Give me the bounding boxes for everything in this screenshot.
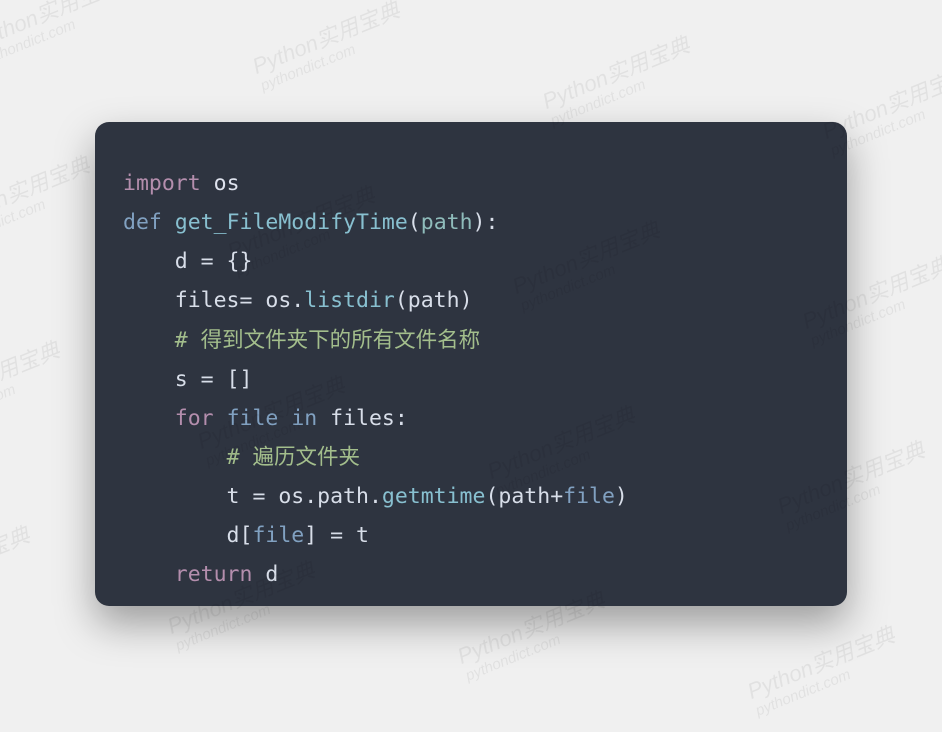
kw-import: import <box>123 171 201 196</box>
function-name: get_FileModifyTime <box>175 210 408 235</box>
code-line-4a: files= os. <box>123 288 304 313</box>
comment-2: # 遍历文件夹 <box>227 445 360 470</box>
code-line-3: d = {} <box>123 249 252 274</box>
comment-1: # 得到文件夹下的所有文件名称 <box>175 328 480 353</box>
kw-return: return <box>175 562 253 587</box>
code-line-6: s = [] <box>123 367 252 392</box>
kw-for: for <box>175 406 214 431</box>
kw-def: def <box>123 210 162 235</box>
param-path: path <box>421 210 473 235</box>
code-block: import os def get_FileModifyTime(path): … <box>123 164 819 594</box>
code-card: import os def get_FileModifyTime(path): … <box>95 122 847 606</box>
module-os: os <box>214 171 240 196</box>
